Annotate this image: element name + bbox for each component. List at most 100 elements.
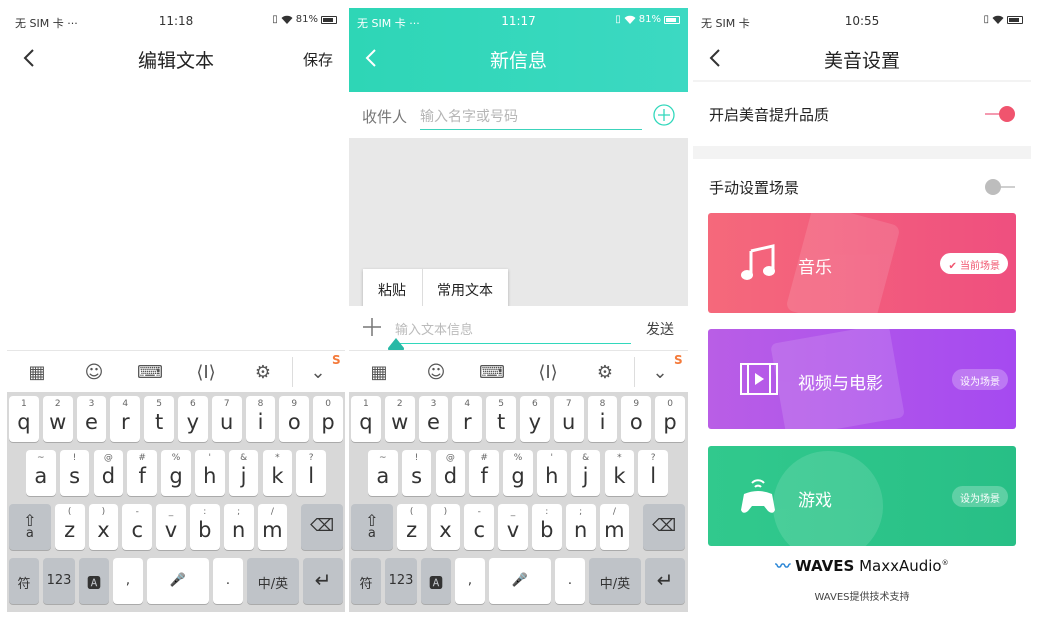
emoji-icon[interactable]: ☺ <box>83 361 105 383</box>
key-l[interactable]: ? l <box>296 450 327 496</box>
add-contact-icon[interactable] <box>653 104 675 126</box>
keyboard-icon[interactable]: ⌨ <box>137 361 163 383</box>
common-text-menu-item[interactable]: 常用文本 <box>437 280 493 300</box>
period-key[interactable]: . <box>555 558 585 604</box>
key-j[interactable]: & j <box>228 450 259 496</box>
grid-icon[interactable]: ▦ <box>26 361 48 383</box>
scene-badge-set[interactable]: 设为场景 <box>952 486 1008 507</box>
settings-icon[interactable]: ⚙ <box>252 361 274 383</box>
key-b[interactable]: :b <box>189 504 220 550</box>
plus-icon[interactable] <box>362 317 382 337</box>
key-w[interactable]: 2w <box>42 396 73 442</box>
key-h[interactable]: ' h <box>536 450 567 496</box>
key-u[interactable]: 7u <box>211 396 242 442</box>
enable-quality-toggle[interactable] <box>983 104 1017 124</box>
key-j[interactable]: & j <box>570 450 601 496</box>
shift-key[interactable]: ⇧ a <box>9 504 51 550</box>
collapse-chevron-icon[interactable]: ⌄ <box>649 361 671 383</box>
key-d[interactable]: @ d <box>435 450 466 496</box>
scene-card-game[interactable]: 游戏 设为场景 <box>708 446 1016 546</box>
key-t[interactable]: 5t <box>144 396 174 442</box>
key-a[interactable]: ~ a <box>367 450 398 496</box>
key-g[interactable]: % g <box>161 450 191 496</box>
key-x[interactable]: ) x <box>88 504 119 550</box>
enter-key[interactable]: ↵ <box>303 558 343 604</box>
key-y[interactable]: 6y <box>178 396 208 442</box>
key-p[interactable]: 0p <box>313 396 343 442</box>
number-key[interactable]: 123 <box>385 558 417 604</box>
key-k[interactable]: * k <box>262 450 293 496</box>
letter-mode-key[interactable]: 🅰 <box>79 558 109 604</box>
key-c[interactable]: -c <box>122 504 153 550</box>
key-b[interactable]: :b <box>531 504 562 550</box>
key-e[interactable]: 3e <box>418 396 449 442</box>
save-button[interactable]: 保存 <box>303 49 333 70</box>
key-n[interactable]: ; n <box>223 504 254 550</box>
backspace-key[interactable]: ⌫ <box>643 504 685 550</box>
comma-key[interactable]: , <box>455 558 485 604</box>
manual-scene-toggle[interactable] <box>983 177 1017 197</box>
key-k[interactable]: * k <box>604 450 635 496</box>
collapse-chevron-icon[interactable]: ⌄ <box>307 361 329 383</box>
scene-card-video[interactable]: 视频与电影 设为场景 <box>708 329 1016 429</box>
paste-menu-item[interactable]: 粘贴 <box>378 280 406 300</box>
key-e[interactable]: 3e <box>76 396 107 442</box>
key-v[interactable]: _ v <box>156 504 186 550</box>
text-editor-area[interactable] <box>7 80 345 350</box>
cursor-move-icon[interactable]: ⟨I⟩ <box>537 361 559 383</box>
key-a[interactable]: ~ a <box>25 450 56 496</box>
key-r[interactable]: 4r <box>452 396 483 442</box>
key-s[interactable]: ! s <box>401 450 432 496</box>
backspace-key[interactable]: ⌫ <box>301 504 343 550</box>
key-t[interactable]: 5t <box>486 396 516 442</box>
scene-badge-current[interactable]: ✔ 当前场景 <box>940 253 1008 274</box>
letter-mode-key[interactable]: 🅰 <box>421 558 451 604</box>
settings-icon[interactable]: ⚙ <box>594 361 616 383</box>
key-u[interactable]: 7u <box>553 396 584 442</box>
scene-card-music[interactable]: 音乐 ✔ 当前场景 <box>708 213 1016 313</box>
key-f[interactable]: # f <box>469 450 500 496</box>
key-l[interactable]: ? l <box>638 450 669 496</box>
key-p[interactable]: 0p <box>655 396 685 442</box>
message-input[interactable]: 输入文本信息 <box>395 319 631 344</box>
grid-icon[interactable]: ▦ <box>368 361 390 383</box>
language-switch-key[interactable]: 中/英 <box>589 558 641 604</box>
key-c[interactable]: -c <box>464 504 495 550</box>
key-g[interactable]: % g <box>503 450 533 496</box>
key-w[interactable]: 2w <box>384 396 415 442</box>
key-m[interactable]: / m <box>257 504 288 550</box>
recipient-input[interactable]: 输入名字或号码 <box>420 106 642 130</box>
symbol-key[interactable]: 符 <box>351 558 381 604</box>
key-s[interactable]: ! s <box>59 450 90 496</box>
key-h[interactable]: ' h <box>194 450 225 496</box>
key-z[interactable]: (z <box>396 504 427 550</box>
key-o[interactable]: 9o <box>279 396 310 442</box>
key-m[interactable]: / m <box>599 504 630 550</box>
cursor-move-icon[interactable]: ⟨I⟩ <box>195 361 217 383</box>
key-i[interactable]: 8i <box>245 396 276 442</box>
comma-key[interactable]: , <box>113 558 143 604</box>
space-mic-key[interactable]: 🎤 <box>147 558 209 604</box>
key-x[interactable]: ) x <box>430 504 461 550</box>
key-q[interactable]: 1q <box>9 396 39 442</box>
space-mic-key[interactable]: 🎤 <box>489 558 551 604</box>
send-button[interactable]: 发送 <box>646 319 674 339</box>
enter-key[interactable]: ↵ <box>645 558 685 604</box>
key-r[interactable]: 4r <box>110 396 141 442</box>
number-key[interactable]: 123 <box>43 558 75 604</box>
shift-key[interactable]: ⇧ a <box>351 504 393 550</box>
period-key[interactable]: . <box>213 558 243 604</box>
scene-badge-set[interactable]: 设为场景 <box>952 369 1008 390</box>
key-d[interactable]: @ d <box>93 450 124 496</box>
keyboard-icon[interactable]: ⌨ <box>479 361 505 383</box>
symbol-key[interactable]: 符 <box>9 558 39 604</box>
key-z[interactable]: (z <box>54 504 85 550</box>
key-o[interactable]: 9o <box>621 396 652 442</box>
key-i[interactable]: 8i <box>587 396 618 442</box>
key-v[interactable]: _ v <box>498 504 528 550</box>
key-q[interactable]: 1q <box>351 396 381 442</box>
emoji-icon[interactable]: ☺ <box>425 361 447 383</box>
key-n[interactable]: ; n <box>565 504 596 550</box>
language-switch-key[interactable]: 中/英 <box>247 558 299 604</box>
key-f[interactable]: # f <box>127 450 158 496</box>
